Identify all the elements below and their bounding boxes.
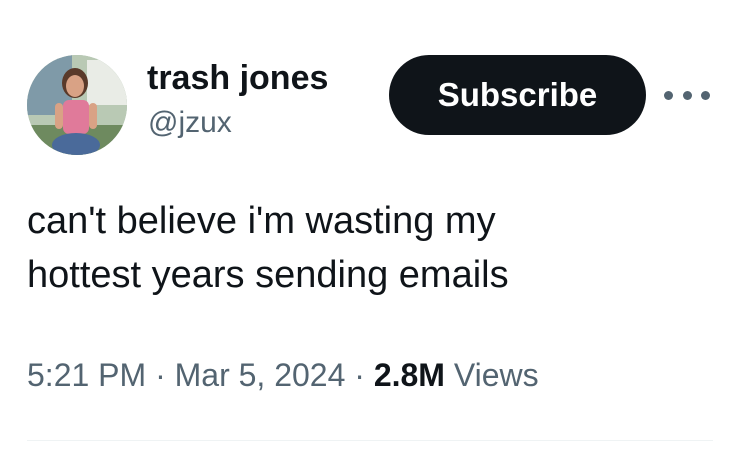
- subscribe-button[interactable]: Subscribe: [389, 55, 646, 135]
- tweet-time[interactable]: 5:21 PM: [27, 357, 146, 393]
- meta-separator: ·: [155, 357, 166, 393]
- more-dot: [664, 90, 673, 100]
- more-options-icon[interactable]: [664, 85, 710, 105]
- meta-separator: ·: [354, 357, 365, 393]
- tweet-date[interactable]: Mar 5, 2024: [175, 357, 346, 393]
- tweet-card: trash jones @jzux Subscribe can't believ…: [0, 0, 740, 471]
- avatar[interactable]: [27, 55, 127, 155]
- views-label: Views: [453, 357, 539, 393]
- tweet-text-line: can't believe i'm wasting my: [27, 200, 496, 242]
- tweet-meta: 5:21 PM · Mar 5, 2024 · 2.8M Views: [27, 353, 539, 397]
- avatar-photo-icon: [27, 55, 127, 155]
- more-dot: [701, 90, 710, 100]
- more-dot: [682, 90, 692, 100]
- user-handle[interactable]: @jzux: [148, 105, 232, 141]
- divider: [27, 440, 713, 441]
- tweet-text: can't believe i'm wasting my hottest yea…: [27, 194, 717, 302]
- views-count: 2.8M: [373, 357, 445, 393]
- tweet-text-line: hottest years sending emails: [27, 254, 509, 296]
- display-name[interactable]: trash jones: [147, 58, 328, 98]
